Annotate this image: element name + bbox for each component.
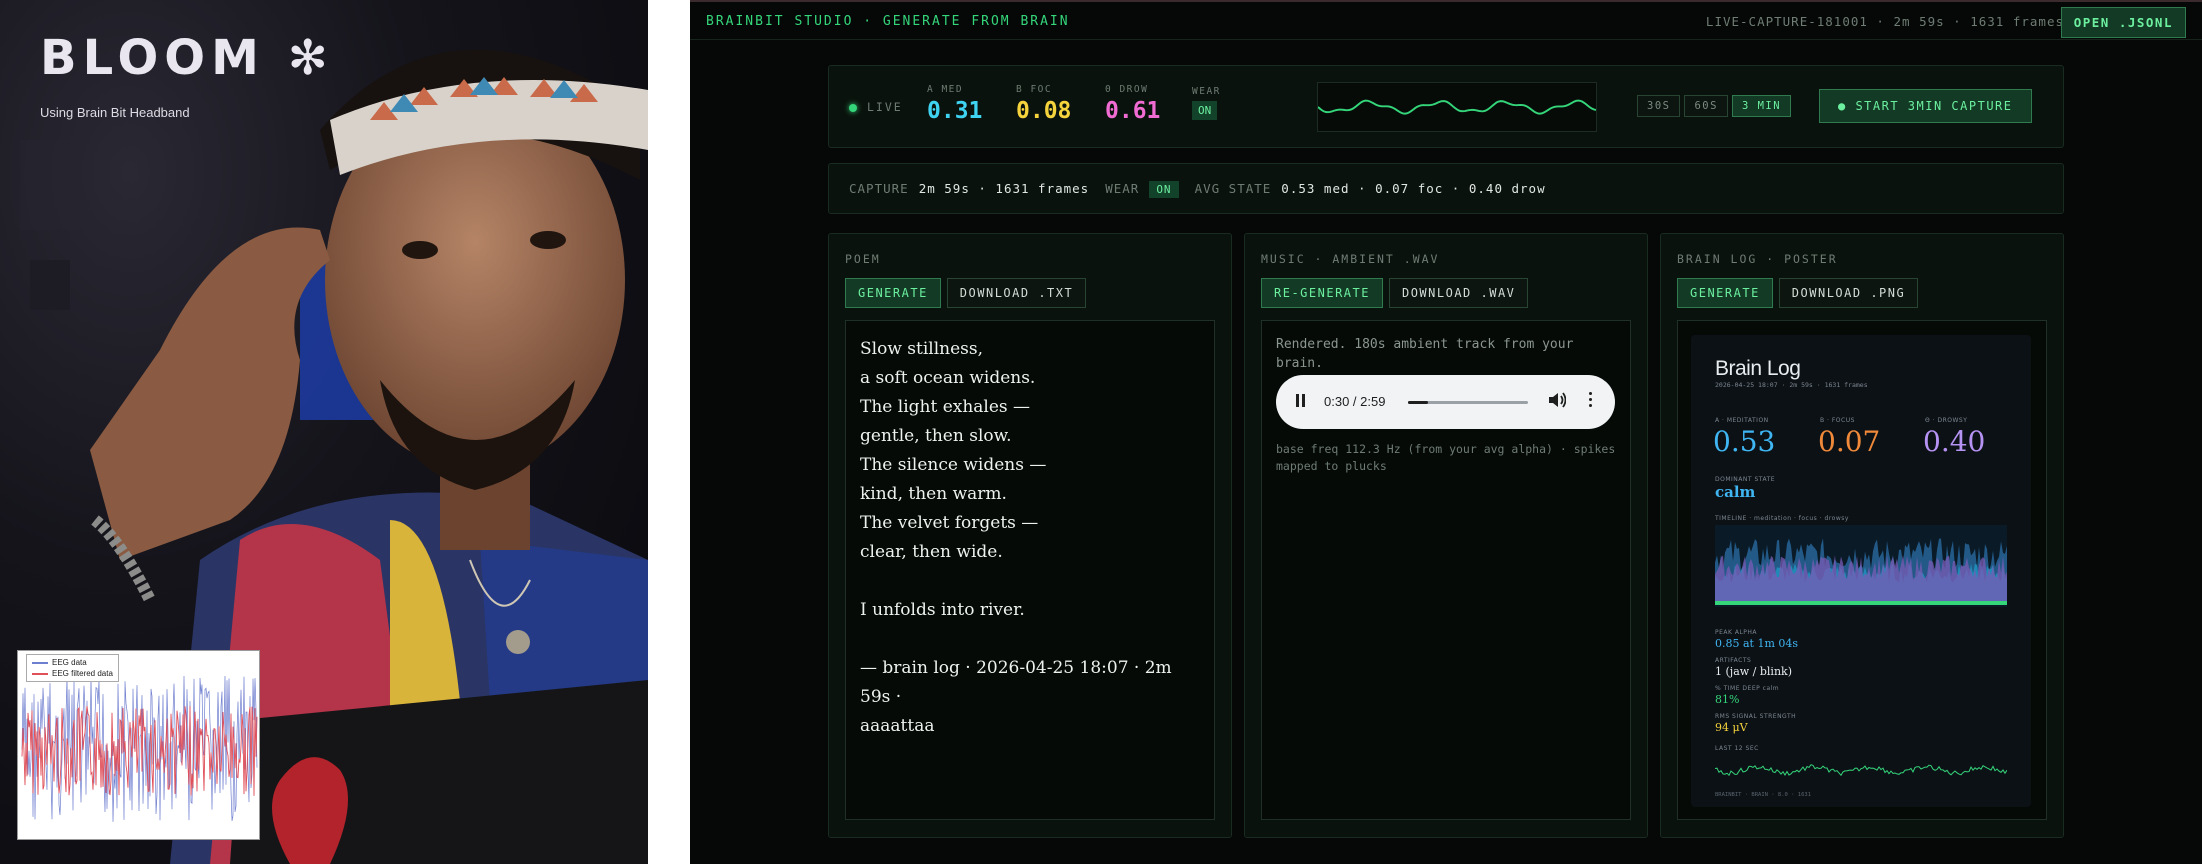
webcam-photo: BLOOM ✻ Using Brain Bit Headband EEG dat… (0, 0, 648, 864)
panel-title: BRAIN LOG · POSTER (1677, 252, 1838, 266)
live-metrics-card: LIVE A MED 0.31 B FOC 0.08 0 DROW 0.61 W… (828, 65, 2064, 148)
poster-dominant-label: DOMINANT STATE (1715, 476, 1776, 483)
eeg-legend: EEG data EEG filtered data (26, 654, 119, 682)
poster-calm-label: % TIME DEEP calm (1715, 685, 1780, 692)
base-frequency-note: base freq 112.3 Hz (from your avg alpha)… (1276, 442, 1616, 473)
poster-m3-value: 0.40 (1923, 425, 1986, 458)
poster-last-label: LAST 12 SEC (1715, 745, 1759, 752)
wear-status-badge: ON (1192, 101, 1218, 120)
audio-seek-bar[interactable] (1408, 401, 1528, 404)
poster-heading: Brain Log (1715, 357, 1801, 380)
metric-value: 0.08 (1016, 98, 1072, 124)
brainbit-studio-app: BRAINBIT STUDIO · GENERATE FROM BRAIN LI… (690, 0, 2202, 864)
player-time: 0:30 / 2:59 (1324, 394, 1386, 409)
pause-icon[interactable] (1296, 394, 1308, 408)
poem-output: Slow stillness, a soft ocean widens. The… (845, 320, 1215, 820)
capture-label: CAPTURE (849, 181, 909, 196)
poem-generate-button[interactable]: GENERATE (845, 278, 941, 308)
poster-calm-value: 81% (1715, 693, 1740, 706)
poster-m2-value: 0.07 (1818, 425, 1881, 458)
volume-icon[interactable] (1548, 390, 1566, 410)
duration-selector: 30S 60S 3 MIN (1637, 94, 1795, 117)
live-signal-line (1318, 99, 1596, 115)
music-regenerate-button[interactable]: RE-GENERATE (1261, 278, 1383, 308)
live-label: LIVE (867, 100, 903, 114)
metric-value: 0.31 (927, 98, 983, 124)
poem-panel: POEM GENERATE DOWNLOAD .TXT Slow stillnes… (828, 233, 1232, 838)
duration-30s-button[interactable]: 30S (1637, 95, 1681, 117)
audio-player: 0:30 / 2:59 (1276, 375, 1615, 429)
app-brand: BRAINBIT STUDIO · GENERATE FROM BRAIN (706, 14, 1070, 29)
poster-timeline-chart (1715, 525, 2007, 607)
avg-state-value: 0.53 med · 0.07 foc · 0.40 drow (1281, 181, 1546, 196)
eeg-legend-raw: EEG data (32, 657, 113, 668)
download-txt-button[interactable]: DOWNLOAD .TXT (946, 278, 1087, 308)
photo-subtitle: Using Brain Bit Headband (40, 105, 190, 120)
poster-m1-label: A · MEDITATION (1715, 417, 1769, 424)
download-wav-button[interactable]: DOWNLOAD .WAV (1388, 278, 1529, 308)
metric-label: B FOC (1016, 84, 1053, 95)
live-waveform (1317, 82, 1597, 132)
wear-label: WEAR (1105, 181, 1140, 196)
wear-status-badge: ON (1149, 181, 1179, 198)
audio-progress (1408, 401, 1429, 404)
open-jsonl-button[interactable]: OPEN .JSONL (2060, 7, 2186, 38)
poster-m3-label: Θ · DROWSY (1925, 417, 1968, 424)
start-capture-button[interactable]: ● START 3MIN CAPTURE (1819, 89, 2032, 123)
top-bar: BRAINBIT STUDIO · GENERATE FROM BRAIN LI… (690, 2, 2202, 40)
sparkline-line (1715, 764, 2007, 777)
avg-state-label: AVG STATE (1194, 181, 1272, 196)
download-png-button[interactable]: DOWNLOAD .PNG (1778, 278, 1919, 308)
music-panel: MUSIC · AMBIENT .WAV RE-GENERATE DOWNLOAD… (1244, 233, 1648, 838)
more-options-icon[interactable] (1587, 390, 1593, 412)
poster-footer: BRAINBIT · BRAIN · 8.0 · 1631 (1715, 792, 1812, 798)
capture-stats-bar: CAPTURE 2m 59s · 1631 frames WEAR ON AVG STA… (828, 163, 2064, 214)
eeg-legend-filtered: EEG filtered data (32, 668, 113, 679)
wear-label: WEAR (1192, 86, 1221, 97)
poster-last-sparkline (1715, 764, 2007, 777)
poem-text: Slow stillness, a soft ocean widens. The… (860, 339, 1172, 736)
poster-generate-button[interactable]: GENERATE (1677, 278, 1773, 308)
poster-artifacts-value: 1 (jaw / blink) (1715, 665, 1792, 678)
wear-indicator: WEAR ON (1192, 86, 1221, 120)
eeg-plot-inset: EEG data EEG filtered data (17, 650, 260, 840)
duration-3min-button[interactable]: 3 MIN (1731, 95, 1792, 117)
poster-m2-label: B · FOCUS (1820, 417, 1855, 424)
live-indicator-icon (849, 104, 857, 112)
session-info: LIVE-CAPTURE-181001 · 2m 59s · 1631 fram… (1705, 14, 2064, 29)
metric-value: 0.61 (1105, 98, 1161, 124)
metric-drowsy: 0 DROW 0.61 (1105, 84, 1160, 124)
brain-log-poster: Brain Log 2026-04-25 18:07 · 2m 59s · 16… (1691, 335, 2031, 807)
brain-log-panel: BRAIN LOG · POSTER GENERATE DOWNLOAD .PNG… (1660, 233, 2064, 838)
duration-60s-button[interactable]: 60S (1684, 95, 1728, 117)
poster-timeline-label: TIMELINE · meditation · focus · drowsy (1715, 515, 1849, 522)
panel-title: MUSIC · AMBIENT .WAV (1261, 252, 1440, 266)
poster-peak-label: PEAK ALPHA (1715, 629, 1758, 636)
poster-rms-label: RMS SIGNAL STRENGTH (1715, 713, 1797, 720)
logo-text: BLOOM (40, 30, 265, 86)
poster-output: Brain Log 2026-04-25 18:07 · 2m 59s · 16… (1677, 320, 2047, 820)
timeline-baseline (1715, 601, 2007, 605)
asterisk-flower-icon: ✻ (287, 30, 334, 86)
poster-dominant-value: calm (1715, 483, 1756, 501)
panel-title: POEM (845, 252, 881, 266)
capture-value: 2m 59s · 1631 frames (918, 181, 1090, 196)
poster-peak-value: 0.85 at 1m 04s (1715, 637, 1799, 650)
poster-artifacts-label: ARTIFACTS (1715, 657, 1752, 664)
metric-focus: B FOC 0.08 (1016, 84, 1071, 124)
render-status: Rendered. 180s ambient track from your b… (1276, 337, 1574, 371)
metric-meditation: A MED 0.31 (927, 84, 982, 124)
poster-rms-value: 94 μV (1715, 721, 1748, 734)
poster-m1-value: 0.53 (1713, 425, 1776, 458)
metric-label: 0 DROW (1105, 84, 1149, 95)
metric-label: A MED (927, 84, 964, 95)
poster-meta: 2026-04-25 18:07 · 2m 59s · 1631 frames (1715, 381, 1868, 389)
bloom-logo: BLOOM ✻ (40, 30, 334, 86)
music-output: Rendered. 180s ambient track from your b… (1261, 320, 1631, 820)
